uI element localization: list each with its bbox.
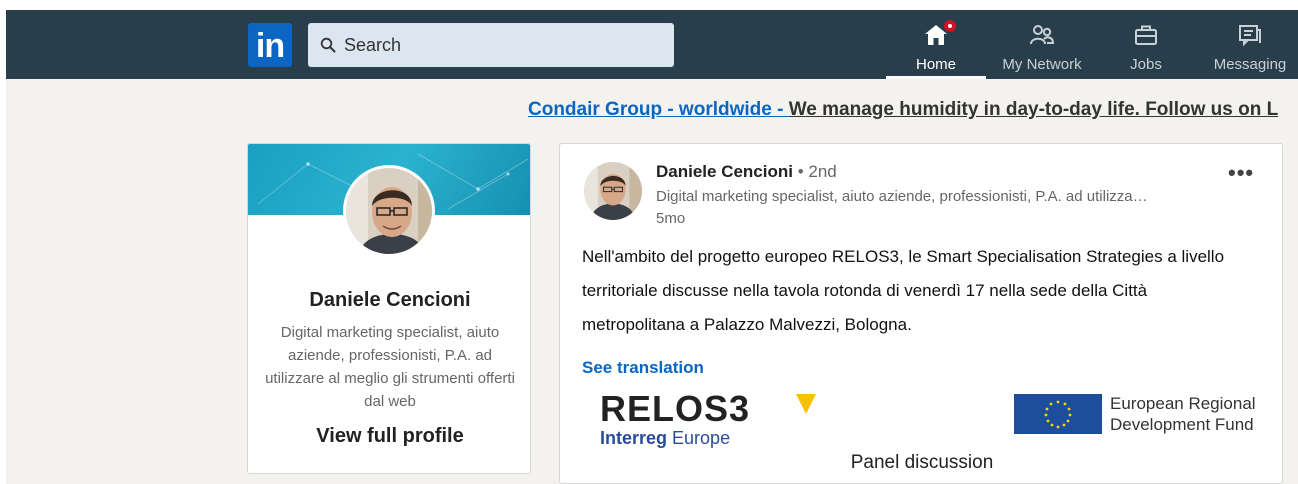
image-caption: Panel discussion — [850, 452, 994, 473]
more-options-icon[interactable]: ••• — [1228, 160, 1254, 186]
profile-headline: Digital marketing specialist, aiuto azie… — [265, 324, 515, 410]
profile-card: Daniele Cencioni Digital marketing speci… — [247, 143, 531, 474]
global-nav: in Home My Network Jobs — [6, 10, 1298, 79]
relos3-title: RELOS3 — [600, 388, 751, 429]
profile-name[interactable]: Daniele Cencioni — [248, 289, 530, 312]
nav-jobs-label: Jobs — [1130, 56, 1162, 73]
connection-degree: • 2nd — [792, 162, 837, 181]
post-timestamp: 5mo — [656, 210, 686, 227]
network-icon — [1030, 25, 1055, 45]
messaging-icon — [1239, 25, 1261, 47]
profile-avatar[interactable] — [343, 165, 435, 257]
see-translation-link[interactable]: See translation — [582, 358, 704, 378]
eu-stars — [1044, 400, 1072, 429]
nav-my-network[interactable]: My Network — [992, 10, 1092, 79]
nav-home-label: Home — [915, 56, 956, 73]
view-full-profile-link[interactable]: View full profile — [248, 425, 530, 448]
linkedin-logo[interactable]: in — [248, 23, 292, 67]
erdf-label: European Regional Development Fund — [1110, 394, 1256, 434]
nav-messaging[interactable]: Messaging — [1202, 10, 1298, 79]
post-author[interactable]: Daniele Cencioni • 2nd — [656, 162, 837, 182]
post-body: Nell'ambito del progetto europeo RELOS3,… — [582, 247, 1225, 334]
erdf-logo: European Regional Development Fund — [1014, 394, 1270, 438]
post-author-avatar[interactable] — [584, 162, 642, 220]
ad-link[interactable]: Condair Group - worldwide - — [528, 99, 789, 120]
briefcase-icon — [1135, 25, 1157, 45]
nav-messaging-label: Messaging — [1213, 56, 1287, 73]
interreg-europe-label: Interreg Europe — [600, 428, 730, 449]
europe-label: Europe — [667, 428, 731, 448]
search-icon — [320, 37, 336, 53]
nav-home[interactable]: Home — [886, 10, 986, 79]
interreg-label: Interreg — [600, 428, 668, 448]
avatar-photo — [346, 168, 432, 254]
relos3-triangle-icon — [796, 394, 816, 414]
feed-post: Daniele Cencioni • 2nd Digital marketing… — [559, 143, 1283, 484]
relos3-logo: RELOS3 Interreg Europe — [600, 388, 816, 452]
author-photo — [584, 162, 642, 220]
sponsored-ad-line[interactable]: Condair Group - worldwide - We manage hu… — [528, 99, 1298, 121]
post-author-headline: Digital marketing specialist, aiuto azie… — [656, 188, 1148, 205]
search-input[interactable] — [344, 34, 644, 56]
notification-badge — [942, 18, 958, 34]
ad-text[interactable]: We manage humidity in day-to-day life. F… — [789, 99, 1278, 120]
post-author-name[interactable]: Daniele Cencioni — [656, 162, 793, 181]
search-box[interactable] — [308, 23, 674, 67]
nav-jobs[interactable]: Jobs — [1106, 10, 1186, 79]
active-indicator — [886, 76, 986, 79]
nav-my-network-label: My Network — [1002, 56, 1082, 73]
eu-flag-icon — [1014, 394, 1102, 434]
top-strip — [0, 0, 1298, 10]
